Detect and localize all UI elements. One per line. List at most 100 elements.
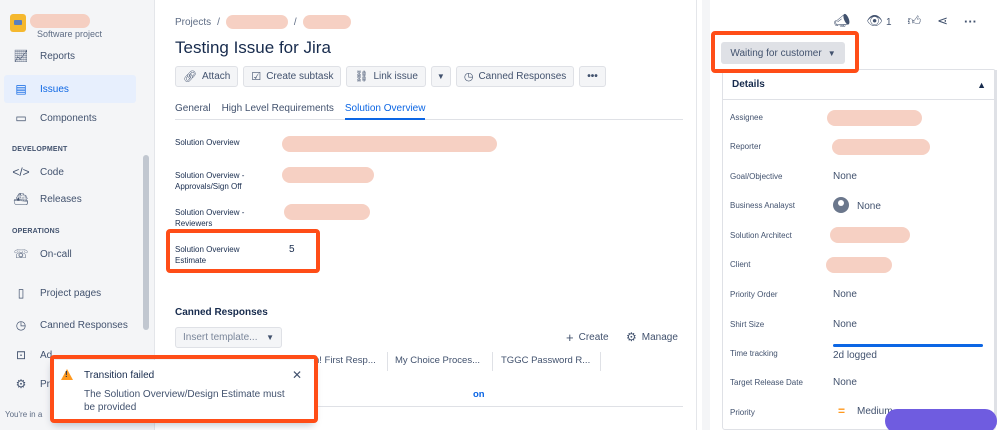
components-icon: ▭ <box>15 111 27 125</box>
breadcrumb-separator: / <box>293 16 297 28</box>
breadcrumb-projects[interactable]: Projects <box>175 17 211 28</box>
canned-responses-title: Canned Responses <box>175 307 268 318</box>
sidebar-item-reports[interactable]: 📈︎ Reports <box>4 42 136 70</box>
feedback-megaphone-icon[interactable]: 📣︎ <box>834 13 851 29</box>
chevron-down-icon: ▼ <box>266 333 274 342</box>
watch-count: 1 <box>885 17 892 28</box>
field-label-solution-overview: Solution Overview <box>175 138 240 147</box>
chip-divider <box>492 352 493 371</box>
panel-divider <box>696 0 697 430</box>
section-development: DEVELOPMENT <box>12 146 68 153</box>
detail-label-business-analyst: Business Analayst <box>730 201 795 210</box>
chevron-down-icon: ▼ <box>436 72 445 81</box>
sidebar-item-project-pages[interactable]: ▯ Project pages <box>4 279 136 307</box>
add-icon: ⊡ <box>15 348 27 362</box>
detail-value-shirt-size[interactable]: None <box>833 319 857 330</box>
project-logo[interactable] <box>10 14 26 32</box>
help-launcher-button[interactable] <box>885 409 997 430</box>
paperclip-icon: 🔗︎ <box>183 71 197 83</box>
time-tracking-bar[interactable] <box>833 344 983 347</box>
code-icon: </> <box>12 165 30 179</box>
sidebar-item-code[interactable]: </> Code <box>4 158 136 186</box>
chip-divider <box>600 352 601 371</box>
insert-template-placeholder: Insert template... <box>183 332 258 343</box>
canned-response-chip[interactable]: My Choice Proces... <box>395 355 480 366</box>
breadcrumb-issue-key-redacted[interactable] <box>302 15 351 29</box>
sidebar-item-canned-responses[interactable]: ◷ Canned Responses <box>4 311 136 339</box>
link-issue-dropdown[interactable]: ▼ <box>430 66 451 87</box>
chart-line-icon: 📈︎ <box>13 49 29 63</box>
detail-label-shirt-size: Shirt Size <box>730 320 765 329</box>
breadcrumb: Projects / / <box>175 15 351 29</box>
attach-button[interactable]: 🔗︎ Attach <box>175 66 239 87</box>
chip-divider <box>387 352 388 371</box>
field-value-approvals-redacted[interactable] <box>282 167 374 183</box>
canned-responses-button[interactable]: ◷ Canned Responses <box>455 66 575 87</box>
detail-value-priority-order[interactable]: None <box>833 289 857 300</box>
tab-general[interactable]: General <box>175 103 211 120</box>
sidebar-item-on-call[interactable]: ☏ On-call <box>4 240 136 268</box>
right-panel-scrollbar[interactable] <box>994 70 997 425</box>
tab-high-level-requirements[interactable]: High Level Requirements <box>222 103 334 120</box>
sidebar-item-issues[interactable]: ▤ Issues <box>4 75 136 103</box>
breadcrumb-separator: / <box>217 16 220 28</box>
detail-label-assignee: Assignee <box>730 113 763 122</box>
issue-actions-bar: 📣︎ 👁︎ 1 👍︎ ⋖ ··· <box>834 13 977 29</box>
issues-icon: ▤ <box>15 82 27 96</box>
detail-label-reporter: Reporter <box>730 142 762 151</box>
detail-value-business-analyst[interactable]: None <box>857 201 881 212</box>
annotation-highlight-status <box>711 31 859 73</box>
canned-response-chip[interactable]: n! First Resp... <box>314 355 376 366</box>
more-icon[interactable]: ··· <box>964 14 977 29</box>
canned-response-link-tail[interactable]: on <box>473 389 485 400</box>
gear-icon: ⚙ <box>626 330 637 344</box>
detail-label-time-tracking: Time tracking <box>730 349 778 358</box>
canned-responses-icon: ◷ <box>463 71 474 83</box>
issue-tabs: General High Level Requirements Solution… <box>175 103 683 120</box>
sidebar-item-releases[interactable]: ⛴︎ Releases <box>4 185 136 213</box>
panel-gutter <box>702 0 710 430</box>
detail-value-client-redacted[interactable] <box>826 257 892 273</box>
detail-value-time-tracking[interactable]: 2d logged <box>833 350 877 361</box>
detail-value-reporter-redacted[interactable] <box>832 139 930 155</box>
field-value-solution-overview-redacted[interactable] <box>282 136 497 152</box>
on-call-icon: ☏ <box>13 247 29 261</box>
create-subtask-button[interactable]: ☑ Create subtask <box>243 66 342 87</box>
issue-title[interactable]: Testing Issue for Jira <box>175 38 331 58</box>
sidebar-item-components[interactable]: ▭ Components <box>4 104 136 132</box>
priority-medium-icon: = <box>838 404 846 418</box>
detail-label-solution-architect: Solution Architect <box>730 231 792 240</box>
detail-label-client: Client <box>730 260 751 269</box>
more-actions-button[interactable]: ••• <box>579 66 606 87</box>
canned-responses-icon: ◷ <box>15 318 27 332</box>
details-header[interactable]: Details ▲ <box>723 70 995 100</box>
link-issue-button[interactable]: ⛓︎ Link issue <box>346 66 426 87</box>
manage-canned-responses-button[interactable]: ⚙ Manage <box>626 330 678 344</box>
detail-value-assignee-redacted[interactable] <box>827 110 922 126</box>
settings-icon: ⚙ <box>15 377 27 391</box>
details-title: Details <box>732 79 765 90</box>
eye-icon: 👁︎ <box>866 13 883 28</box>
detail-value-goal[interactable]: None <box>833 171 857 182</box>
canned-response-chip[interactable]: TGGC Password R... <box>501 355 590 366</box>
share-icon[interactable]: ⋖ <box>937 13 948 29</box>
annotation-highlight-estimate <box>166 229 320 273</box>
section-operations: OPERATIONS <box>12 228 60 235</box>
detail-value-target-release-date[interactable]: None <box>833 377 857 388</box>
detail-value-solution-architect-redacted[interactable] <box>830 227 910 243</box>
detail-label-priority: Priority <box>730 408 755 417</box>
create-canned-response-button[interactable]: + Create <box>566 330 609 345</box>
project-name-redacted <box>30 14 90 28</box>
field-label-approvals: Solution Overview - Approvals/Sign Off <box>175 171 245 191</box>
tab-solution-overview[interactable]: Solution Overview <box>344 103 426 120</box>
releases-icon: ⛴︎ <box>13 192 29 206</box>
breadcrumb-project-redacted[interactable] <box>225 15 288 29</box>
plus-icon: + <box>566 330 574 345</box>
insert-template-select[interactable]: Insert template... ▼ <box>175 327 282 348</box>
watch-button[interactable]: 👁︎ 1 <box>866 13 891 29</box>
sidebar-scrollbar[interactable] <box>143 155 149 330</box>
detail-label-goal: Goal/Objective <box>730 172 783 181</box>
project-type: Software project <box>37 29 103 39</box>
field-value-reviewers-redacted[interactable] <box>284 204 370 220</box>
thumbs-up-icon[interactable]: 👍︎ <box>908 13 922 29</box>
